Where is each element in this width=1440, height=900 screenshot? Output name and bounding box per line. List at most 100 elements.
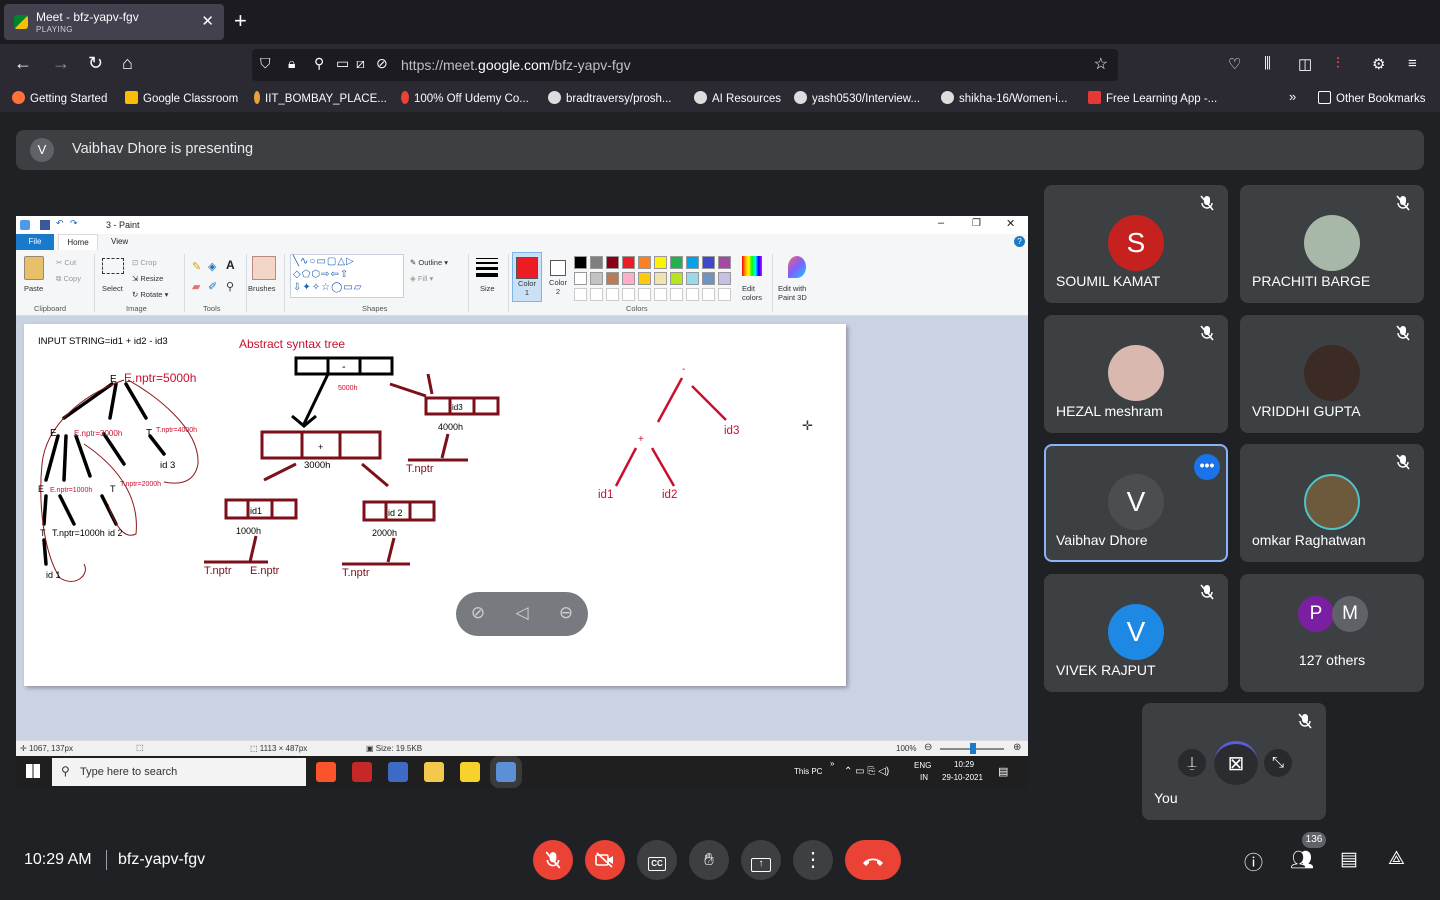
edit-paint3d-label: Edit with Paint 3D [778,284,807,302]
other-bookmarks[interactable]: Other Bookmarks [1318,91,1425,105]
url-text: https://meet.google.com/bfz-yapv-fgv [401,57,631,73]
pin-off-icon[interactable]: ⊘ [467,603,489,625]
url-bar[interactable]: ⛉ 🔒︎ ⚲ ▭ ⧄ ⊘ https://meet.google.com/bfz… [252,49,1118,81]
more-bookmarks-chevron-icon[interactable]: » [1289,89,1296,104]
mic-toggle-button[interactable] [533,840,573,880]
participant-name: HEZAL meshram [1056,403,1163,419]
bookmark-item[interactable]: shikha-16/Women-i... [941,91,1067,105]
save-icon [40,220,50,230]
participant-tile[interactable]: omkar Raghatwan [1240,444,1424,562]
sidebar-icon[interactable]: ◫ [1298,55,1312,73]
more-options-button[interactable]: ⋮ [793,840,833,880]
help-icon: ? [1014,236,1025,247]
color-swatch-empty [606,288,619,301]
captions-icon: CC [648,857,666,871]
paint-tab-home: Home [58,234,98,250]
extension-gear-icon[interactable]: ⚙ [1372,55,1385,73]
participant-tile-presenter[interactable]: ••• V Vaibhav Dhore [1044,444,1228,562]
leave-call-button[interactable] [845,840,901,880]
shield-icon[interactable]: ⛉ [260,55,271,72]
paint-title-bar: ↶ ↷ 3 - Paint – ❐ ✕ [16,216,1028,234]
t-nptr-1000-text: T.nptr=1000h [52,528,105,538]
camera-toggle-button[interactable] [585,840,625,880]
forward-icon[interactable]: → [52,53,70,74]
divider [106,850,107,870]
reload-icon[interactable]: ↻ [88,53,103,74]
pocket-icon[interactable]: ♡ [1228,55,1241,73]
camera-icon[interactable]: ▭ [336,55,349,72]
resize-label: ⇲ Resize [132,274,164,283]
bookmark-item[interactable]: Google Classroom [125,91,238,105]
mic-muted-icon [1298,713,1312,729]
bookmark-star-icon[interactable]: ☆ [1094,54,1108,74]
browser-nav-bar: ← → ↻ ⌂ ⛉ 🔒︎ ⚲ ▭ ⧄ ⊘ https://meet.google… [0,44,1440,86]
group-image: Image [126,304,147,313]
more-options-icon[interactable]: ••• [1194,454,1220,480]
activities-icon[interactable]: ⟁ [1388,848,1405,870]
color1-selector: Color 1 [512,252,542,302]
e-nptr-1000-text: E.nptr=1000h [50,487,92,494]
participant-tile[interactable]: V VIVEK RAJPUT [1044,574,1228,692]
bookmark-item[interactable]: IIT_BOMBAY_PLACE... [254,91,387,105]
menu-icon[interactable]: ≡ [1408,55,1417,72]
language-eng: ENG [914,761,932,770]
meet-main: V Vaibhav Dhore is presenting ↶ ↷ 3 - Pa… [0,112,1440,900]
remove-from-grid-icon[interactable]: ⊠ [1214,741,1258,785]
color-swatch [622,256,635,269]
remove-icon[interactable]: ⊖ [555,603,577,625]
bookmark-item[interactable]: 100% Off Udemy Co... [401,91,529,105]
e-nptr-3000-text: E.nptr=3000h [74,429,122,438]
minimize-tile-icon[interactable]: ⤡ [1264,749,1292,777]
participant-name: VIVEK RAJPUT [1056,662,1156,678]
participant-tile[interactable]: PRACHITI BARGE [1240,185,1424,303]
t-nptr-text-3: T.nptr [342,567,370,579]
language-in: IN [920,773,928,782]
people-icon[interactable]: 👥︎ [1290,848,1314,872]
addr-5000-text: 5000h [338,385,358,392]
edit-colors-icon [742,256,762,276]
brushes-icon [252,256,276,280]
pin-icon[interactable]: ⍊ [1178,749,1206,777]
color-swatch [574,256,587,269]
close-tab-icon[interactable]: ✕ [201,12,214,30]
screen-share-icon[interactable]: ⧄ [356,55,365,72]
end-call-icon [863,858,883,866]
present-now-button[interactable]: ↑ [741,840,781,880]
mute-audio-icon[interactable]: ◁ [511,603,533,625]
participant-tile[interactable]: HEZAL meshram [1044,315,1228,433]
bookmark-item[interactable]: bradtraversy/prosh... [548,91,671,105]
browser-tab[interactable]: Meet - bfz-yapv-fgv PLAYING ✕ [4,4,224,40]
participant-tile[interactable]: S SOUMIL KAMAT [1044,185,1228,303]
extension-icon[interactable]: ⫶ [1336,55,1340,72]
bookmark-item[interactable]: AI Resources [694,91,781,105]
id3-ast-text: id3 [452,403,463,412]
raise-hand-button[interactable]: ✋︎ [689,840,729,880]
id1-right-text: id1 [598,489,613,501]
color-swatch [590,256,603,269]
bookmark-item[interactable]: Getting Started [12,91,107,105]
home-icon[interactable]: ⌂ [122,53,133,74]
select-label: Select [102,284,123,293]
captions-button[interactable]: CC [637,840,677,880]
brave-app-icon [316,762,336,782]
meeting-details-icon[interactable]: ⓘ [1244,848,1263,875]
mic-muted-icon [1396,325,1410,341]
zoom-level: 100% [896,744,917,753]
others-avatar: P [1298,596,1334,632]
bookmark-item[interactable]: Free Learning App -... [1088,91,1217,105]
size-label: Size [480,284,495,293]
self-tile[interactable]: ⍊ ⊠ ⤡ You [1142,703,1326,820]
restore-icon: ❐ [972,218,981,229]
permissions-icon[interactable]: ⚲ [314,55,324,72]
participant-tile[interactable]: VRIDDHI GUPTA [1240,315,1424,433]
chat-icon[interactable]: ▤ [1340,848,1358,871]
library-icon[interactable]: ⫼ [1264,55,1271,72]
others-tile[interactable]: P M 127 others [1240,574,1424,692]
addr-2000-text: 2000h [372,528,397,538]
bookmark-item[interactable]: yash0530/Interview... [794,91,920,105]
lock-icon[interactable]: 🔒︎ [288,55,295,72]
color-swatch [606,256,619,269]
autoplay-blocked-icon[interactable]: ⊘ [376,55,388,72]
new-tab-icon[interactable]: + [234,8,247,34]
back-icon[interactable]: ← [14,53,32,74]
